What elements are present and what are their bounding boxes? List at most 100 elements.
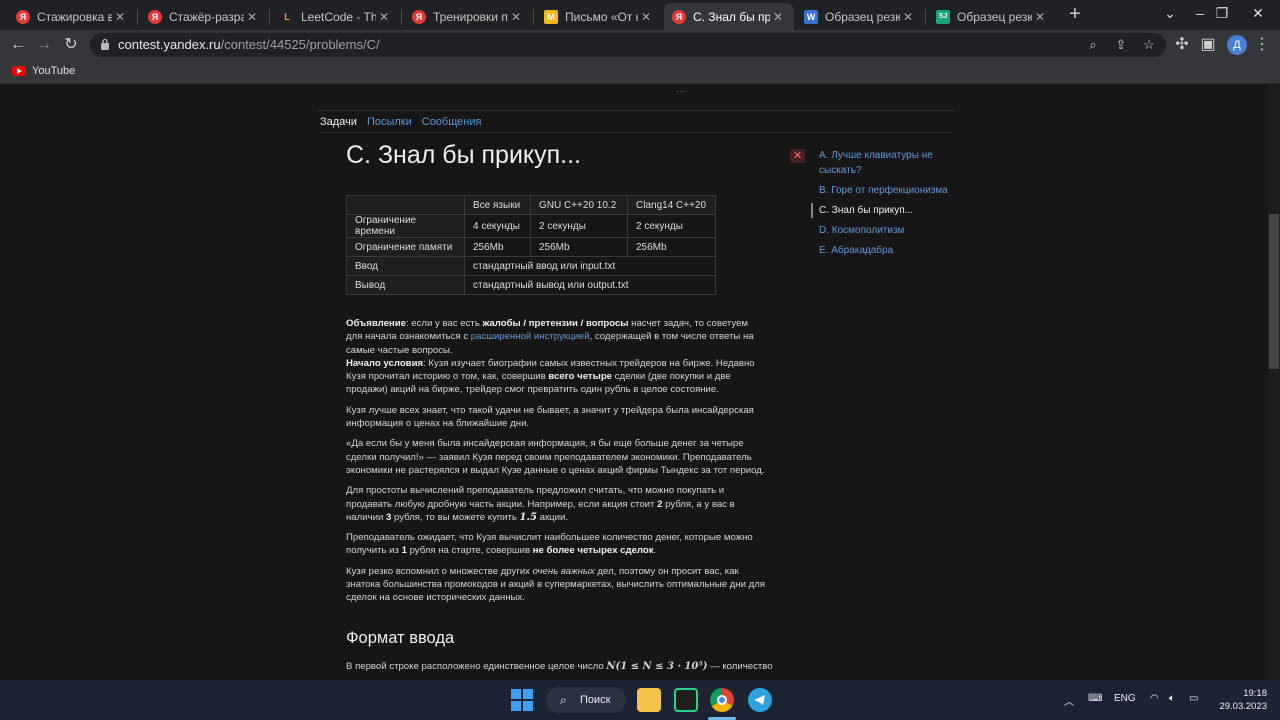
tab-title: Стажёр-разработ xyxy=(169,9,244,24)
clock[interactable]: 19:18 29.03.2023 xyxy=(1213,687,1267,713)
battery-icon[interactable]: ▭ xyxy=(1189,693,1198,704)
yandex-icon: Я xyxy=(148,9,162,24)
statement-paragraph: Объявление: если у вас есть жалобы / пре… xyxy=(346,318,755,396)
close-icon[interactable]: ✕ xyxy=(376,10,392,24)
browser-tab[interactable]: L LeetCode - The W ✕ xyxy=(272,3,400,30)
language-indicator[interactable]: ENG xyxy=(1114,693,1136,704)
chevron-up-icon[interactable]: ︿ xyxy=(1064,693,1074,708)
table-row: Ограничение времени 4 секунды 2 секунды … xyxy=(346,214,716,238)
section-heading: Формат ввода xyxy=(346,629,455,647)
problem-link-e[interactable]: E. Абракадабра xyxy=(790,243,950,258)
table-cell: стандартный вывод или output.txt xyxy=(464,275,716,295)
url-text: contest.yandex.ru/contest/44525/problems… xyxy=(118,37,380,52)
table-row: Ввод стандартный ввод или input.txt xyxy=(346,256,716,276)
table-row: Ограничение памяти 256Mb 256Mb 256Mb xyxy=(346,237,716,257)
avatar[interactable]: Д xyxy=(1227,35,1247,55)
close-icon[interactable]: ✕ xyxy=(244,10,260,24)
table-cell: 4 секунды xyxy=(464,214,531,238)
taskbar-search[interactable]: ⌕ Поиск xyxy=(546,687,626,713)
page-content: … Задачи Посылки Сообщения C. Знал бы пр… xyxy=(0,84,1280,680)
browser-tab[interactable]: Я Стажировка в Ян ✕ xyxy=(8,3,136,30)
tab-title: Письмо «От ком xyxy=(565,9,638,24)
browser-tab[interactable]: M Письмо «От ком ✕ xyxy=(536,3,662,30)
close-icon[interactable]: ✕ xyxy=(508,10,524,24)
scrollbar[interactable] xyxy=(1268,84,1280,680)
statement-paragraph: «Да если бы у меня была инсайдерская инф… xyxy=(346,438,765,476)
address-bar[interactable]: contest.yandex.ru/contest/44525/problems… xyxy=(90,33,1166,57)
scrollbar-thumb[interactable] xyxy=(1269,214,1279,369)
table-cell: GNU C++20 10.2 xyxy=(530,195,628,215)
extensions-icon[interactable]: ✣ xyxy=(1172,35,1192,55)
problem-list: ✕ A. Лучше клавиатуры не сыскать? B. Гор… xyxy=(790,148,950,263)
keyboard-icon[interactable]: ⌨ xyxy=(1088,693,1102,704)
table-cell xyxy=(346,195,465,215)
tab-divider xyxy=(533,9,534,25)
windows-start-icon[interactable] xyxy=(511,689,533,711)
yandex-icon: Я xyxy=(16,9,30,24)
volume-icon[interactable]: 🔈︎ xyxy=(1169,693,1175,704)
tab-title: LeetCode - The W xyxy=(301,9,376,24)
close-window-button[interactable]: ✕ xyxy=(1236,0,1280,28)
youtube-icon xyxy=(12,66,26,76)
close-icon[interactable]: ✕ xyxy=(638,10,654,24)
leetcode-icon: L xyxy=(284,11,290,22)
table-row: Вывод стандартный вывод или output.txt xyxy=(346,275,716,295)
wifi-icon[interactable]: ◠ xyxy=(1150,693,1159,704)
problem-link-a[interactable]: ✕ A. Лучше клавиатуры не сыскать? xyxy=(790,148,950,178)
statement-paragraph: Кузя резко вспомнил о множестве других о… xyxy=(346,565,765,604)
problem-link-b[interactable]: B. Горе от перфекционизма xyxy=(790,183,950,198)
side-panel-icon[interactable]: ▣ xyxy=(1198,35,1218,55)
table-cell: стандартный ввод или input.txt xyxy=(464,256,716,276)
menu-icon[interactable]: ⋮ xyxy=(1252,35,1272,55)
table-cell: 2 секунды xyxy=(530,214,628,238)
nav-tab-submissions[interactable]: Посылки xyxy=(367,116,412,128)
close-icon[interactable]: ✕ xyxy=(770,10,786,24)
new-tab-button[interactable]: + xyxy=(1066,4,1084,24)
tab-title: Образец резюме xyxy=(957,9,1032,24)
problem-statement: Объявление: если у вас есть жалобы / пре… xyxy=(346,317,766,612)
back-button[interactable]: ← xyxy=(8,35,28,55)
ellipsis-icon: … xyxy=(676,84,686,95)
browser-tab[interactable]: W Образец резюме ✕ xyxy=(796,3,924,30)
contest-nav: Задачи Посылки Сообщения xyxy=(320,116,481,128)
table-cell: Все языки xyxy=(464,195,531,215)
tab-divider xyxy=(925,9,926,25)
yandex-icon: Я xyxy=(672,9,686,24)
browser-tab[interactable]: Я Стажёр-разработ ✕ xyxy=(140,3,268,30)
browser-tab[interactable]: Я Тренировки по а ✕ xyxy=(404,3,532,30)
divider xyxy=(318,110,954,111)
statement-paragraph: Преподаватель ожидает, что Кузя вычислит… xyxy=(346,532,753,557)
pycharm-icon[interactable] xyxy=(674,688,698,712)
wrong-answer-icon: ✕ xyxy=(790,149,805,163)
forward-button[interactable]: → xyxy=(34,35,54,55)
bookmark-star-icon[interactable]: ☆ xyxy=(1140,36,1158,54)
bookmark-label: YouTube xyxy=(32,65,76,77)
statement-paragraph: Для простоты вычислений преподаватель пр… xyxy=(346,485,735,523)
tab-divider xyxy=(401,9,402,25)
problem-link-d[interactable]: D. Космополитизм xyxy=(790,223,950,238)
bookmarks-bar: YouTube xyxy=(0,60,1280,84)
problem-link-c[interactable]: C. Знал бы прикуп... xyxy=(790,203,950,218)
browser-tab-active[interactable]: Я C. Знал бы прику ✕ xyxy=(664,3,794,30)
share-icon[interactable]: ⇪ xyxy=(1112,36,1130,54)
zoom-icon[interactable]: ⌕ xyxy=(1084,36,1102,54)
nav-tab-problems[interactable]: Задачи xyxy=(320,116,357,128)
browser-tab[interactable]: SJ Образец резюме ✕ xyxy=(928,3,1056,30)
close-icon[interactable]: ✕ xyxy=(1032,10,1048,24)
divider xyxy=(318,132,954,133)
reload-button[interactable]: ↻ xyxy=(61,35,81,55)
bookmark-youtube[interactable]: YouTube xyxy=(12,65,75,77)
chrome-icon[interactable] xyxy=(710,688,734,712)
docs-icon: W xyxy=(804,9,818,24)
tab-divider xyxy=(137,9,138,25)
instructions-link[interactable]: расширенной инструкцией xyxy=(471,331,590,342)
close-icon[interactable]: ✕ xyxy=(900,10,916,24)
taskbar: ⌕ Поиск ︿ ⌨ ENG ◠ 🔈︎ ▭ 19:18 29.03.2023 xyxy=(0,680,1280,720)
close-icon[interactable]: ✕ xyxy=(112,10,128,24)
limits-table: Все языки GNU C++20 10.2 Clang14 C++20 О… xyxy=(346,195,716,295)
table-cell: 256Mb xyxy=(530,237,628,257)
table-cell: Вывод xyxy=(346,275,465,295)
nav-tab-messages[interactable]: Сообщения xyxy=(422,116,482,128)
telegram-icon[interactable] xyxy=(748,688,772,712)
file-explorer-icon[interactable] xyxy=(637,688,661,712)
